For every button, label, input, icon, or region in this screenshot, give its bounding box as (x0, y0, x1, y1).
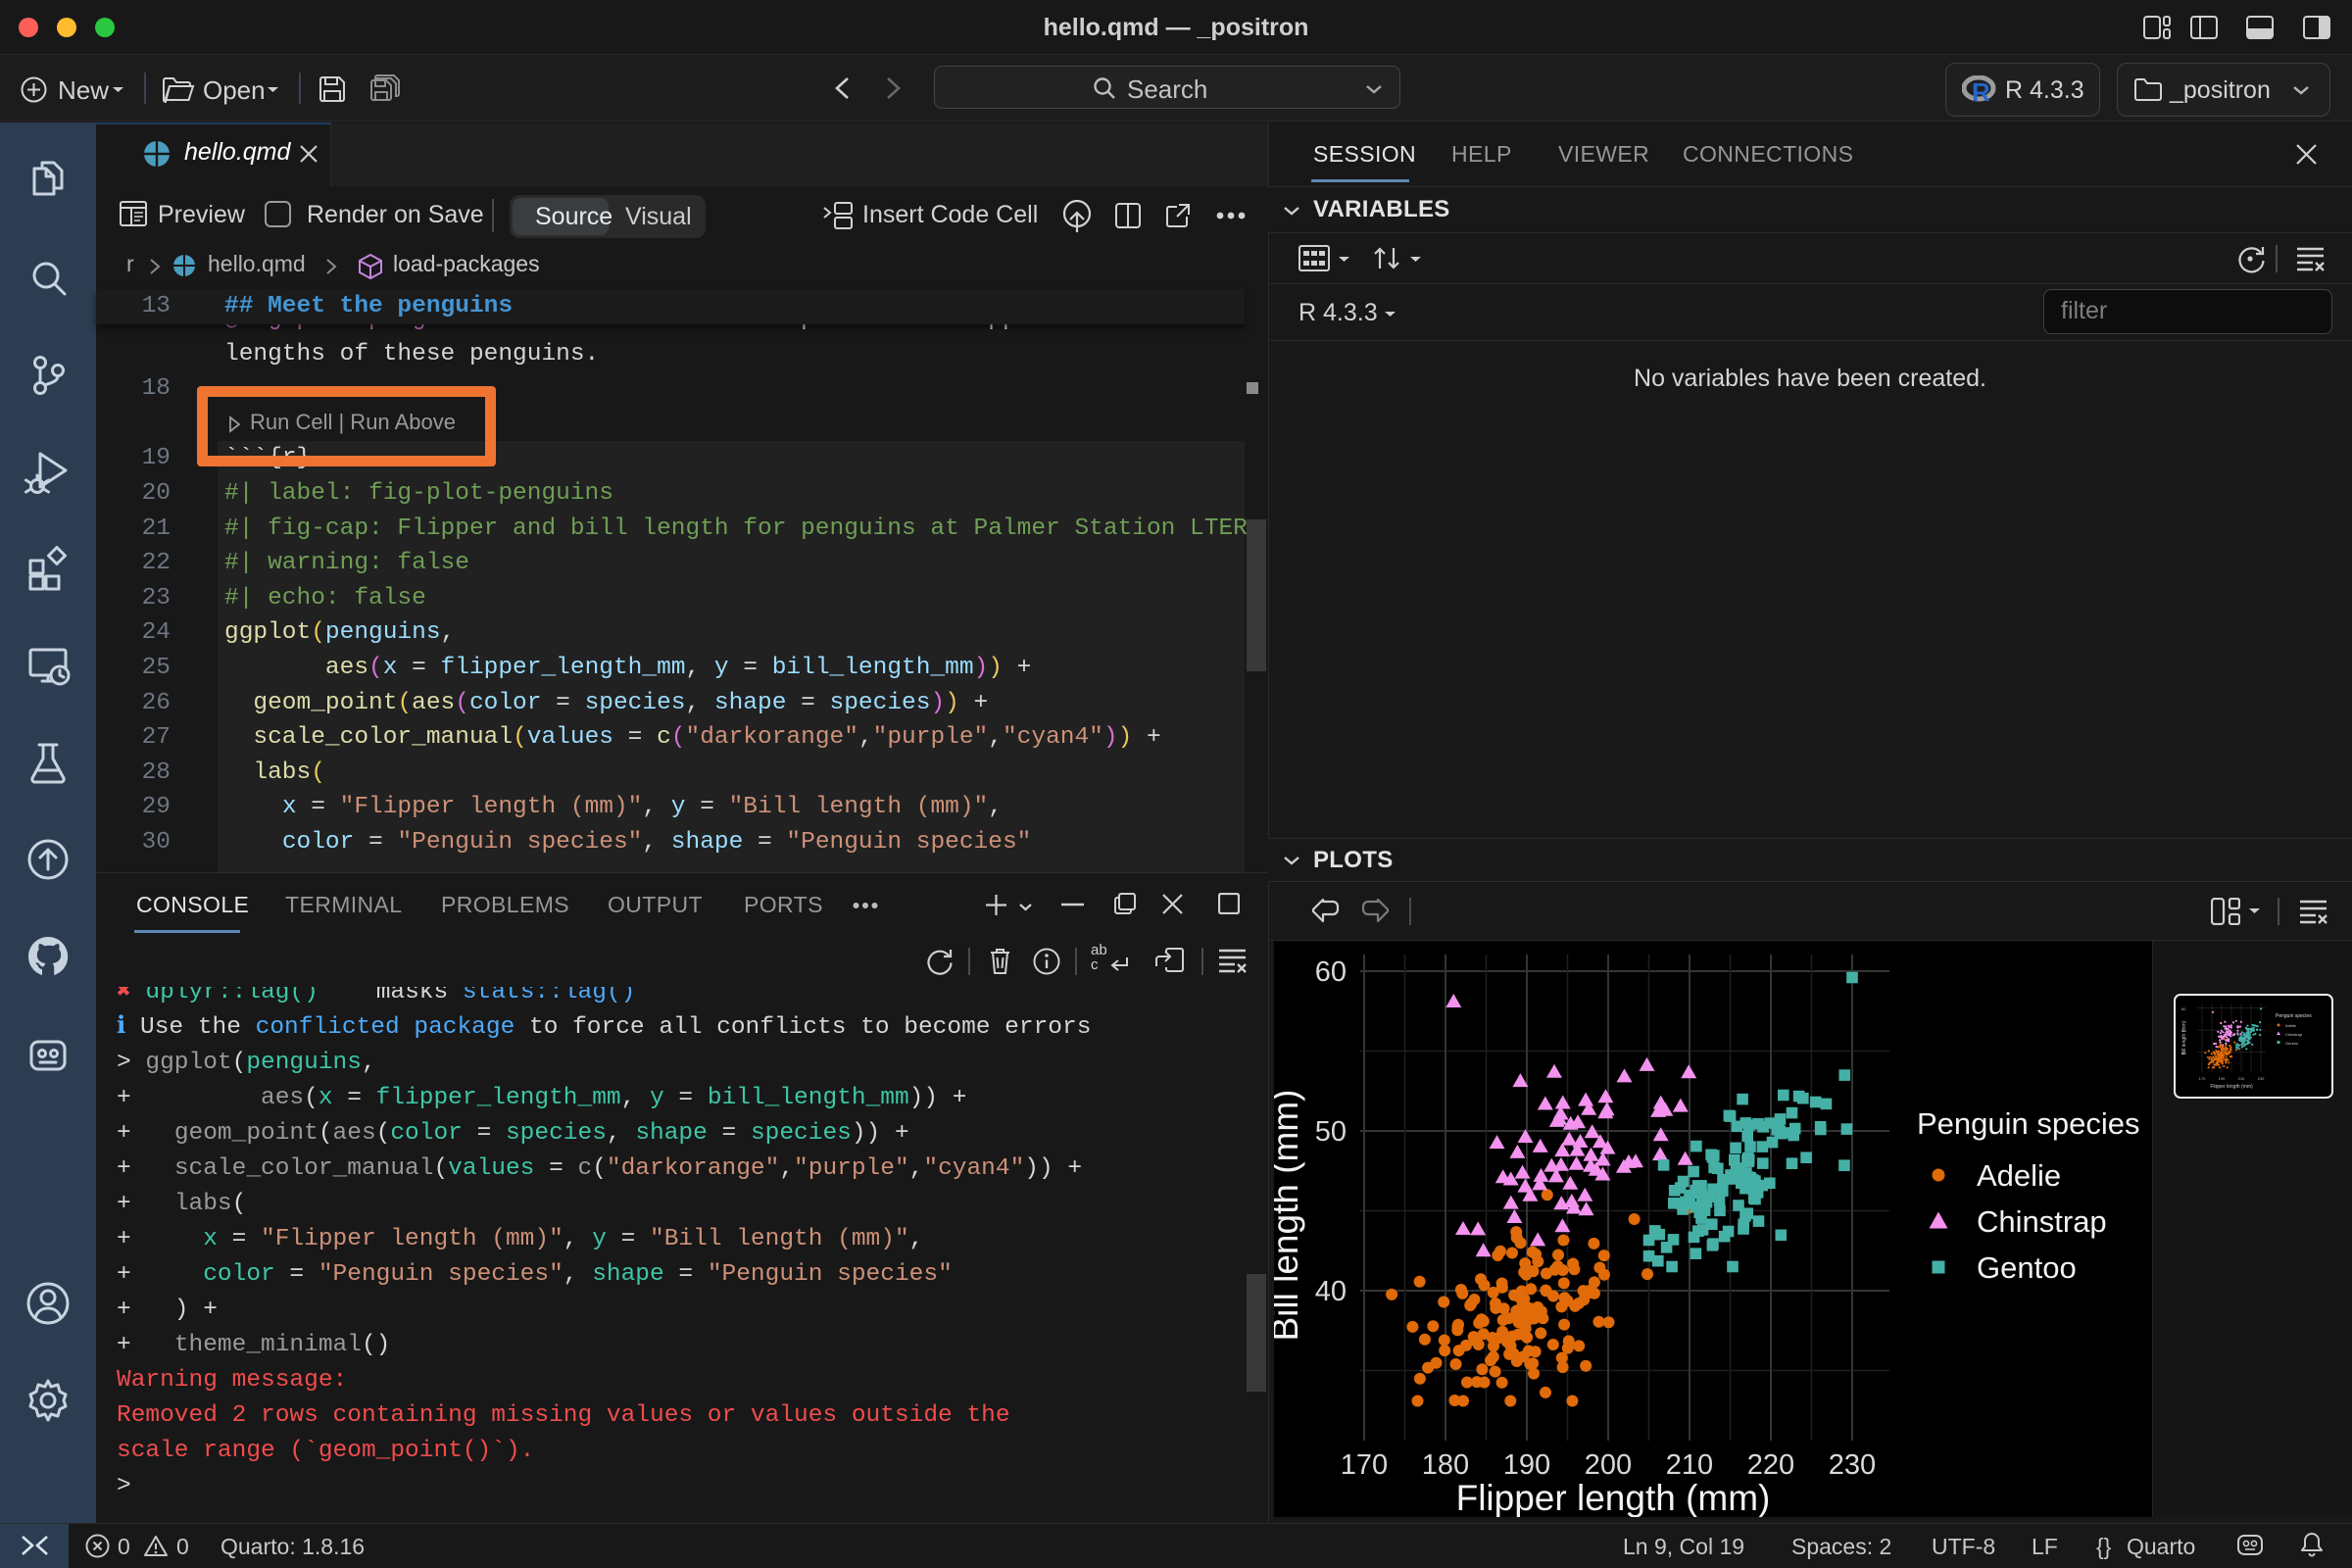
svg-text:Gentoo: Gentoo (2285, 1041, 2299, 1046)
svg-text:190: 190 (1503, 1449, 1550, 1481)
svg-text:210: 210 (2238, 1076, 2245, 1081)
svg-text:Chinstrap: Chinstrap (2285, 1032, 2303, 1037)
svg-text:200: 200 (1585, 1449, 1632, 1481)
svg-text:Bill length (mm): Bill length (mm) (2181, 1020, 2187, 1054)
svg-text:50: 50 (1315, 1116, 1347, 1148)
svg-text:180: 180 (1422, 1449, 1469, 1481)
svg-text:230: 230 (1829, 1449, 1876, 1481)
svg-text:Chinstrap: Chinstrap (1977, 1204, 2107, 1239)
svg-text:170: 170 (1341, 1449, 1388, 1481)
svg-text:170: 170 (2199, 1076, 2206, 1081)
svg-text:Flipper length (mm): Flipper length (mm) (2210, 1084, 2253, 1090)
svg-text:Gentoo: Gentoo (1977, 1250, 2077, 1285)
svg-text:Penguin species: Penguin species (2276, 1013, 2312, 1019)
svg-text:Flipper length (mm): Flipper length (mm) (1456, 1478, 1771, 1517)
svg-text:Penguin species: Penguin species (1917, 1106, 2140, 1141)
svg-text:60: 60 (2181, 1006, 2186, 1011)
svg-text:220: 220 (1747, 1449, 1794, 1481)
svg-text:190: 190 (2219, 1076, 2226, 1081)
svg-text:Adelie: Adelie (1977, 1158, 2061, 1193)
svg-text:Adelie: Adelie (2285, 1023, 2297, 1028)
svg-text:230: 230 (2258, 1076, 2265, 1081)
svg-text:210: 210 (1666, 1449, 1713, 1481)
svg-text:40: 40 (1315, 1276, 1347, 1307)
svg-text:R: R (1972, 77, 1990, 105)
svg-text:Bill length (mm): Bill length (mm) (1274, 1090, 1305, 1342)
svg-text:60: 60 (1315, 956, 1347, 988)
